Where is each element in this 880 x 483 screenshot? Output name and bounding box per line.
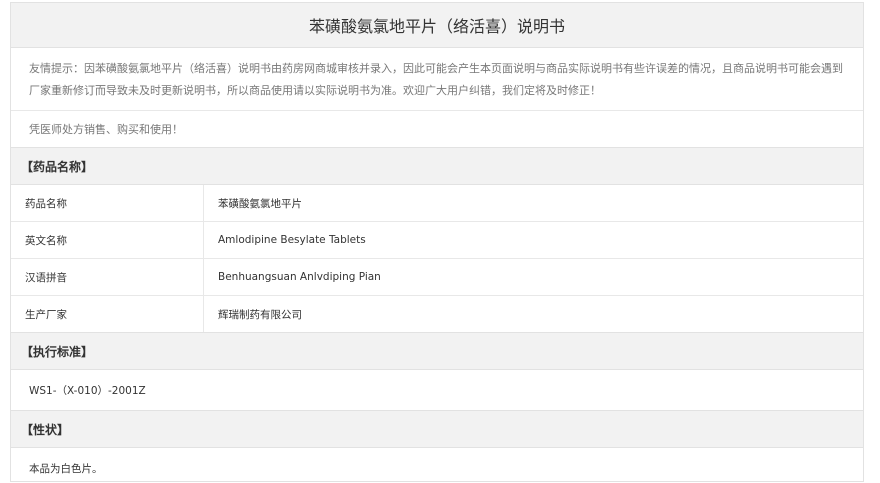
row-label: 药品名称 xyxy=(11,185,204,222)
row-label: 汉语拼音 xyxy=(11,258,204,296)
table-row: 药品名称 苯磺酸氨氯地平片 xyxy=(11,185,863,222)
row-label: 英文名称 xyxy=(11,221,204,259)
page-title: 苯磺酸氨氯地平片（络活喜）说明书 xyxy=(11,3,863,48)
standard-text: WS1-（X-010）-2001Z xyxy=(11,370,863,411)
row-label: 生产厂家 xyxy=(11,295,204,333)
prescription-note: 凭医师处方销售、购买和使用！ xyxy=(11,111,863,148)
row-value: Benhuangsuan Anlvdiping Pian xyxy=(203,258,863,296)
friendly-notice: 友情提示：因苯磺酸氨氯地平片（络活喜）说明书由药房网商城审核并录入，因此可能会产… xyxy=(11,48,863,111)
section-heading-drug-name: 【药品名称】 xyxy=(11,148,863,185)
row-value: 辉瑞制药有限公司 xyxy=(203,295,863,333)
section-heading-appearance: 【性状】 xyxy=(11,411,863,448)
table-row: 生产厂家 辉瑞制药有限公司 xyxy=(11,295,863,333)
table-row: 汉语拼音 Benhuangsuan Anlvdiping Pian xyxy=(11,258,863,296)
table-row: 英文名称 Amlodipine Besylate Tablets xyxy=(11,221,863,259)
drug-name-table: 药品名称 苯磺酸氨氯地平片 英文名称 Amlodipine Besylate T… xyxy=(11,185,863,333)
appearance-text: 本品为白色片。 xyxy=(29,462,103,475)
section-heading-standard: 【执行标准】 xyxy=(11,333,863,370)
row-value: Amlodipine Besylate Tablets xyxy=(203,221,863,259)
instruction-sheet: 苯磺酸氨氯地平片（络活喜）说明书 友情提示：因苯磺酸氨氯地平片（络活喜）说明书由… xyxy=(10,2,864,482)
row-value: 苯磺酸氨氯地平片 xyxy=(203,185,863,222)
